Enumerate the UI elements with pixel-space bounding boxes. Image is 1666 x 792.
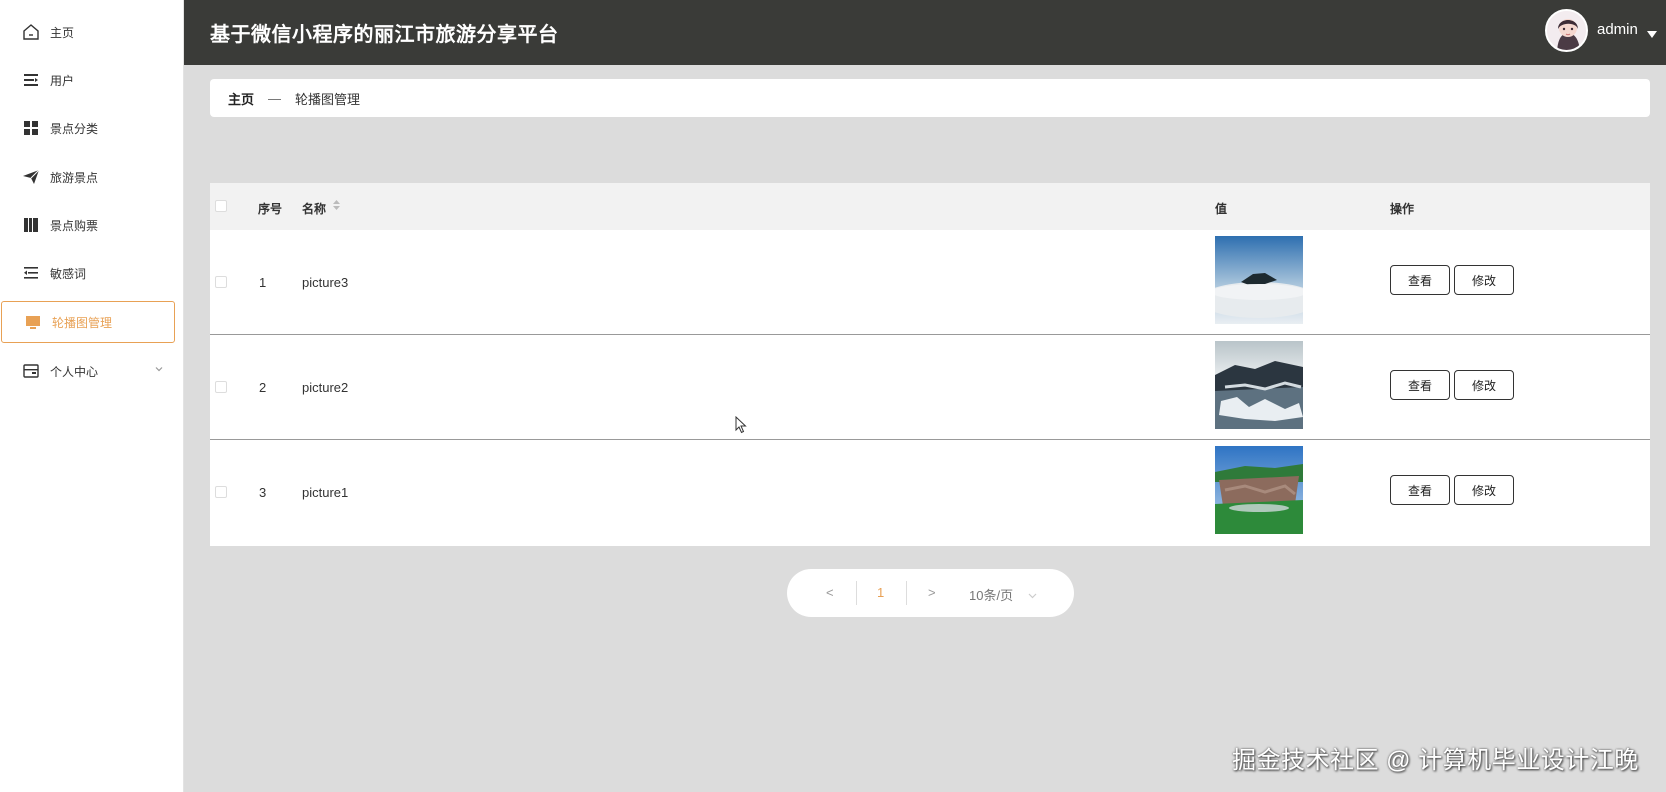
sidebar-item-label: 敏感词: [50, 266, 87, 281]
sidebar-item-attraction-categories[interactable]: 景点分类: [0, 107, 184, 149]
sidebar-item-home[interactable]: 主页: [0, 11, 184, 53]
pagination: < 1 > 10条/页: [787, 569, 1074, 617]
sidebar-item-personal-center[interactable]: 个人中心: [0, 350, 184, 392]
edit-button[interactable]: 修改: [1454, 475, 1514, 505]
view-button[interactable]: 查看: [1390, 265, 1450, 295]
column-header-value: 值: [1215, 202, 1228, 216]
mouse-cursor-icon: [735, 415, 747, 439]
sidebar-item-users[interactable]: 用户: [0, 59, 184, 101]
sidebar-item-label: 景点购票: [50, 218, 99, 233]
row-index: 3: [259, 485, 267, 500]
breadcrumb-current: 轮播图管理: [295, 91, 361, 107]
edit-button[interactable]: 修改: [1454, 265, 1514, 295]
sidebar-item-ticket-booking[interactable]: 景点购票: [0, 204, 184, 246]
row-image[interactable]: [1215, 341, 1303, 429]
prev-page-button[interactable]: <: [826, 585, 834, 600]
table-header: 序号 名称 值 操作: [210, 183, 1650, 230]
monitor-icon: [24, 313, 42, 331]
caret-down-icon[interactable]: [1647, 26, 1657, 44]
sidebar-item-sensitive-words[interactable]: 敏感词: [0, 252, 184, 294]
row-index: 2: [259, 380, 267, 395]
select-all-checkbox[interactable]: [215, 200, 227, 212]
sidebar-item-carousel-management[interactable]: 轮播图管理: [1, 301, 175, 343]
username[interactable]: admin: [1597, 21, 1638, 38]
table-row: 1 picture3 查看 修改: [210, 230, 1650, 335]
app-title: 基于微信小程序的丽江市旅游分享平台: [210, 24, 559, 46]
row-name: picture3: [302, 275, 349, 290]
breadcrumb-separator: —: [268, 90, 282, 106]
sidebar-item-label: 主页: [50, 25, 75, 40]
row-checkbox[interactable]: [215, 276, 227, 288]
pagination-divider: [906, 581, 907, 605]
column-header-actions: 操作: [1390, 202, 1415, 216]
sidebar-item-label: 景点分类: [50, 121, 99, 136]
view-button[interactable]: 查看: [1390, 370, 1450, 400]
grid-icon: [22, 119, 40, 137]
watermark: 掘金技术社区 @ 计算机毕业设计江晚: [1232, 747, 1639, 774]
column-header-name[interactable]: 名称: [302, 200, 326, 217]
row-name: picture1: [302, 485, 349, 500]
top-header: 基于微信小程序的丽江市旅游分享平台: [184, 0, 1666, 65]
card-icon: [22, 362, 40, 380]
indent-list-icon: [22, 264, 40, 282]
sidebar-item-label: 旅游景点: [50, 170, 99, 185]
view-button[interactable]: 查看: [1390, 475, 1450, 505]
sidebar-item-label: 轮播图管理: [52, 315, 113, 330]
row-index: 1: [259, 275, 267, 290]
books-icon: [22, 216, 40, 234]
sidebar-item-attractions[interactable]: 旅游景点: [0, 156, 184, 198]
row-name: picture2: [302, 380, 349, 395]
edit-button[interactable]: 修改: [1454, 370, 1514, 400]
table-row: 3 picture1 查看 修改: [210, 440, 1650, 545]
paper-plane-icon: [22, 168, 40, 186]
user-list-icon: [22, 71, 40, 89]
sidebar-item-label: 用户: [50, 73, 75, 88]
home-icon: [22, 23, 40, 41]
sidebar-item-label: 个人中心: [50, 364, 99, 379]
sort-icon[interactable]: [332, 199, 341, 214]
row-checkbox[interactable]: [215, 381, 227, 393]
chevron-down-icon[interactable]: [1028, 588, 1037, 603]
table-row: 2 picture2 查看 修改: [210, 335, 1650, 440]
row-image[interactable]: [1215, 236, 1303, 324]
carousel-table: 序号 名称 值 操作 1 picture3 查看 修改 2 picture2 查…: [210, 183, 1650, 546]
row-image[interactable]: [1215, 446, 1303, 534]
column-header-index: 序号: [258, 202, 283, 216]
breadcrumb-home[interactable]: 主页: [228, 89, 254, 108]
pagination-divider: [856, 581, 857, 605]
next-page-button[interactable]: >: [928, 585, 936, 600]
avatar[interactable]: [1545, 9, 1588, 52]
page-number-current[interactable]: 1: [877, 585, 884, 600]
breadcrumb: 主页 — 轮播图管理: [210, 79, 1650, 117]
chevron-down-icon: [154, 363, 164, 377]
sidebar: 主页 用户 景点分类 旅游景点 景点购票 敏感词 轮播图管理 个人中心: [0, 0, 184, 792]
row-checkbox[interactable]: [215, 486, 227, 498]
page-size-select[interactable]: 10条/页: [969, 585, 1013, 604]
